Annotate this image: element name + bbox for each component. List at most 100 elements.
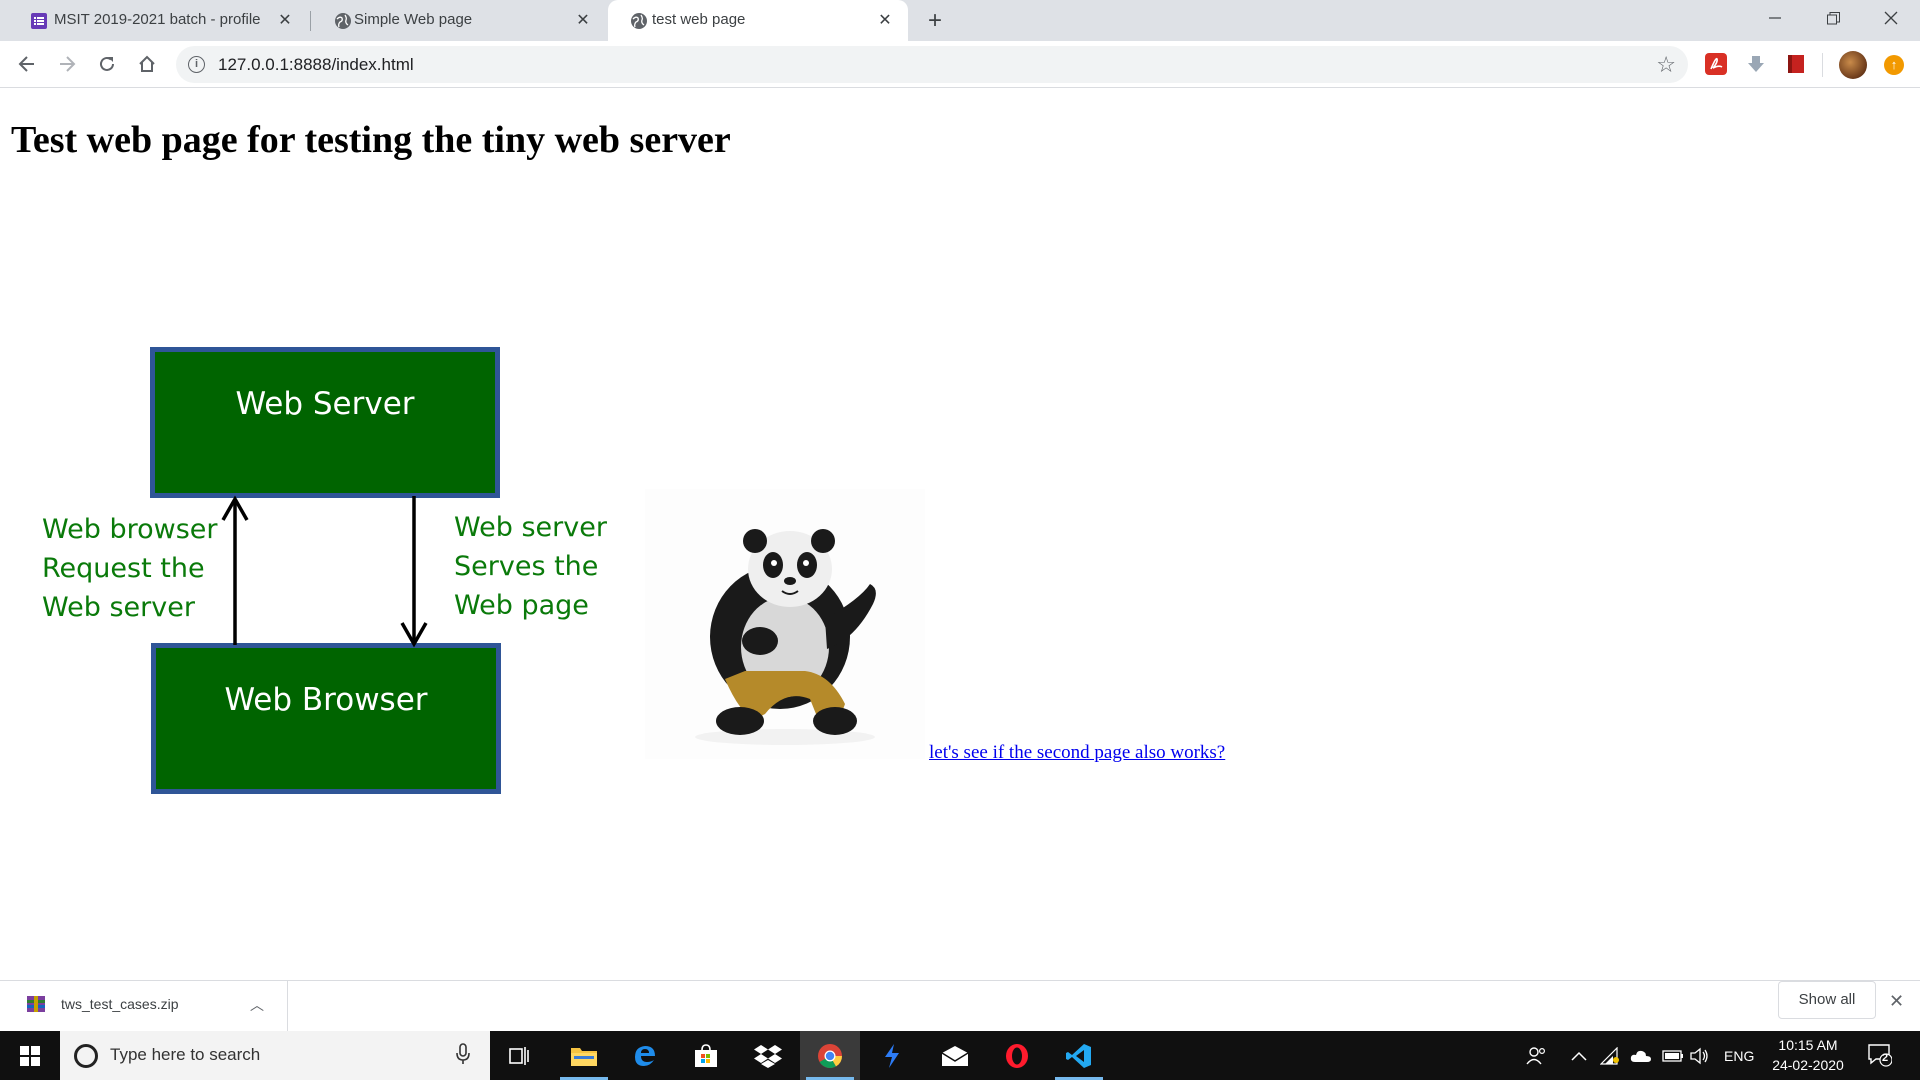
reload-icon [100,56,114,71]
task-view-button[interactable] [490,1031,550,1080]
back-button[interactable] [12,49,42,79]
chevron-up-icon[interactable] [1571,1031,1587,1080]
system-clock[interactable]: 10:15 AM 24-02-2020 [1760,1035,1856,1075]
edge-button[interactable] [615,1031,675,1080]
close-tab-icon[interactable]: ✕ [874,9,896,31]
minimize-icon [1769,17,1781,19]
vscode-icon [1066,1043,1091,1068]
chevron-up-icon[interactable]: ︿ [250,995,264,1015]
extension-acrobat-icon[interactable] [1705,53,1727,75]
vscode-button[interactable] [1049,1031,1109,1080]
tab-test-web-page[interactable]: test web page ✕ [608,0,908,41]
update-icon[interactable]: ↑ [1884,55,1904,75]
forward-arrow-icon [60,56,76,72]
dropbox-button[interactable] [738,1031,798,1080]
restore-icon [1826,11,1840,24]
request-label-line: Request the [42,553,205,584]
store-button[interactable] [676,1031,736,1080]
zip-archive-icon [27,996,45,1012]
request-label-line: Web server [42,592,195,623]
reload-button[interactable] [92,49,122,79]
home-icon [139,55,155,72]
browser-toolbar: i 127.0.0.1:8888/index.html ☆ ↑ [0,41,1920,88]
serve-label-line: Serves the [454,551,599,582]
battery-icon[interactable] [1662,1031,1684,1080]
search-placeholder: Type here to search [110,1045,261,1064]
download-file-name: tws_test_cases.zip [61,996,179,1012]
client-server-diagram: Web Server Web Browser Web browser Reque… [36,256,616,794]
back-arrow-icon [18,56,34,72]
chrome-icon [818,1043,842,1068]
tab-msit-profile[interactable]: MSIT 2019-2021 batch - profile ✕ [8,0,308,41]
cortana-icon [74,1044,98,1068]
notification-count: 2 [1882,1052,1889,1064]
windows-taskbar: Type here to search ENG 10:15 AM 24-02-2… [0,1031,1920,1080]
page-viewport: Test web page for testing the tiny web s… [0,89,1920,980]
taskbar-search[interactable]: Type here to search [60,1031,490,1080]
language-indicator[interactable]: ENG [1724,1031,1754,1080]
site-info-icon[interactable]: i [188,56,205,73]
arrows [221,495,428,648]
opera-button[interactable] [987,1031,1047,1080]
dropbox-icon [754,1044,782,1068]
second-page-link[interactable]: let's see if the second page also works? [929,742,1225,764]
folder-icon [571,1047,597,1066]
profile-avatar[interactable] [1839,51,1867,79]
url-text[interactable]: 127.0.0.1:8888/index.html [218,55,414,75]
task-view-icon [509,1046,529,1065]
bookmark-star-icon[interactable]: ☆ [1656,52,1676,78]
clock-date: 24-02-2020 [1772,1057,1844,1073]
tab-title: test web page [652,11,746,28]
start-button[interactable] [0,1031,60,1080]
extension-red-book-icon[interactable] [1785,53,1807,75]
volume-icon[interactable] [1690,1031,1710,1080]
close-shelf-icon[interactable]: ✕ [1889,991,1904,1012]
close-icon [1884,11,1898,25]
request-label: Web browser Request the Web server [42,510,217,627]
google-forms-icon [31,13,47,29]
opera-icon [1006,1043,1028,1068]
toolbar-divider [1822,53,1823,77]
show-all-button[interactable]: Show all [1778,981,1876,1019]
serve-label-line: Web server [454,512,607,543]
tab-title: Simple Web page [354,11,473,28]
lightning-app-icon [885,1043,899,1068]
address-bar[interactable]: i 127.0.0.1:8888/index.html ☆ [176,46,1688,83]
windows-logo-icon [20,1045,40,1066]
notification-icon [1868,1044,1893,1067]
globe-icon [335,13,351,29]
close-tab-icon[interactable]: ✕ [274,9,296,31]
action-center-button[interactable]: 2 [1868,1043,1893,1067]
minimize-button[interactable] [1746,0,1804,36]
request-label-line: Web browser [42,514,218,545]
file-explorer-button[interactable] [554,1031,614,1080]
download-shelf: tws_test_cases.zip ︿ Show all ✕ [0,980,1920,1032]
app-button[interactable] [862,1031,922,1080]
page-heading: Test web page for testing the tiny web s… [11,119,731,161]
globe-icon [631,13,647,29]
mail-icon [941,1045,969,1066]
edge-icon [635,1045,655,1066]
tab-title: MSIT 2019-2021 batch - profile [54,11,261,28]
close-window-button[interactable] [1862,0,1920,36]
serve-label-line: Web page [454,590,589,621]
chrome-button[interactable] [800,1031,860,1080]
home-button[interactable] [132,49,162,79]
new-tab-button[interactable]: + [922,7,948,34]
onedrive-icon[interactable] [1630,1031,1652,1080]
restore-button[interactable] [1804,0,1862,36]
tab-simple-web-page[interactable]: Simple Web page ✕ [312,0,606,41]
microphone-icon[interactable] [456,1043,470,1065]
store-bag-icon [695,1043,717,1067]
extension-download-icon[interactable] [1745,53,1767,75]
serve-label: Web server Serves the Web page [454,508,607,625]
tab-divider [310,11,311,31]
panda-image [645,489,925,759]
people-icon[interactable] [1526,1031,1546,1080]
mail-button[interactable] [925,1031,985,1080]
close-tab-icon[interactable]: ✕ [572,9,594,31]
tab-strip: MSIT 2019-2021 batch - profile ✕ Simple … [0,0,1920,41]
network-icon[interactable] [1600,1031,1620,1080]
download-item[interactable]: tws_test_cases.zip ︿ [0,981,288,1032]
forward-button[interactable] [52,49,82,79]
